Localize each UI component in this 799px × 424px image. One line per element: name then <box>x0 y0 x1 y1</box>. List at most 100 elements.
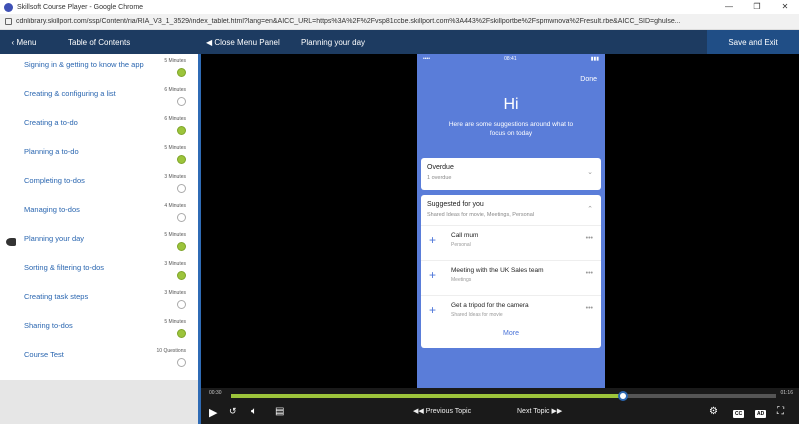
progress-bar[interactable] <box>231 391 776 401</box>
toc-item-duration: 5 Minutes <box>164 319 186 325</box>
current-time: 00:30 <box>209 390 222 396</box>
add-icon[interactable]: + <box>429 303 436 317</box>
chevron-up-icon[interactable]: ⌃ <box>587 205 593 213</box>
completed-status-icon <box>177 242 186 251</box>
toc-item[interactable]: Creating task steps 3 Minutes <box>0 286 198 315</box>
app-favicon-icon <box>4 2 13 12</box>
previous-topic-label: Previous Topic <box>425 408 472 415</box>
more-options-icon[interactable]: ••• <box>586 270 593 277</box>
audio-description-button[interactable]: AD <box>755 406 767 418</box>
chevron-down-icon: ⌄ <box>587 169 593 176</box>
toc-item-label: Completing to-dos <box>24 176 85 185</box>
toc-item-label: Planning a to-do <box>24 147 79 156</box>
phone-screen: •••• 08:41 ▮▮▮ Done Hi Here are some sug… <box>417 54 605 388</box>
incomplete-status-icon <box>177 97 186 106</box>
toc-item[interactable]: Sharing to-dos 5 Minutes <box>0 315 198 344</box>
toc-item-duration: 10 Questions <box>156 348 186 354</box>
overdue-title: Overdue <box>427 164 454 171</box>
cc-badge: CC <box>733 410 745 418</box>
toc-item[interactable]: Creating a to-do 6 Minutes <box>0 112 198 141</box>
video-area[interactable]: •••• 08:41 ▮▮▮ Done Hi Here are some sug… <box>201 54 799 388</box>
completed-status-icon <box>177 126 186 135</box>
toc-item-duration: 5 Minutes <box>164 145 186 151</box>
fullscreen-icon[interactable]: ⛶ <box>777 406 784 417</box>
overdue-card[interactable]: Overdue 1 overdue ⌄ <box>421 158 601 190</box>
url-text[interactable]: cdnlibrary.skillport.com/ssp/Content/ria… <box>16 18 796 25</box>
menu-label: Menu <box>16 37 37 47</box>
toc-item-duration: 3 Minutes <box>164 290 186 296</box>
progress-knob[interactable] <box>618 391 629 401</box>
close-menu-panel-button[interactable]: ◀ Close Menu Panel <box>198 30 293 54</box>
play-icon[interactable]: ▶ <box>209 406 217 419</box>
incomplete-status-icon <box>177 358 186 367</box>
next-topic-label: Next Topic <box>517 408 550 415</box>
menu-button[interactable]: ‹ Menu <box>0 30 48 54</box>
add-icon[interactable]: + <box>429 233 436 247</box>
replay-10-icon[interactable]: ↺ <box>229 406 237 417</box>
rewind-icon: ◀◀ <box>413 408 426 415</box>
more-options-icon[interactable]: ••• <box>586 305 593 312</box>
completed-status-icon <box>177 68 186 77</box>
previous-topic-button[interactable]: ◀◀ Previous Topic <box>413 407 471 415</box>
total-time: 01:16 <box>780 390 793 396</box>
incomplete-status-icon <box>177 213 186 222</box>
overdue-count: 1 overdue <box>427 175 452 181</box>
restore-icon[interactable]: ❐ <box>743 0 771 14</box>
window-title: Skillsoft Course Player - Google Chrome <box>17 3 144 11</box>
toc-item-duration: 6 Minutes <box>164 87 186 93</box>
save-and-exit-button[interactable]: Save and Exit <box>707 30 799 54</box>
toc-item[interactable]: Signing in & getting to know the app 5 Mi… <box>0 54 198 83</box>
next-topic-button[interactable]: Next Topic ▶▶ <box>517 407 562 415</box>
task-name: Meeting with the UK Sales team <box>451 267 544 274</box>
closed-captions-button[interactable]: CC <box>733 406 745 418</box>
minimize-icon[interactable]: — <box>715 0 743 14</box>
volume-icon[interactable]: 🔈︎ <box>251 406 257 417</box>
toc-item-label: Sorting & filtering to-dos <box>24 263 105 272</box>
toc-item[interactable]: Planning a to-do 5 Minutes <box>0 141 198 170</box>
toc-item[interactable]: Completing to-dos 3 Minutes <box>0 170 198 199</box>
phone-time: 08:41 <box>504 56 517 62</box>
address-bar[interactable]: cdnlibrary.skillport.com/ssp/Content/ria… <box>0 14 799 30</box>
greeting-subtitle: Here are some suggestions around what to… <box>448 121 574 137</box>
toc-item-duration: 4 Minutes <box>164 203 186 209</box>
close-icon[interactable]: ✕ <box>771 0 799 14</box>
fast-forward-icon: ▶▶ <box>549 408 563 415</box>
task-list: Meetings <box>451 277 472 283</box>
toc-item-label: Creating a to-do <box>24 118 78 127</box>
toc-item-label: Course Test <box>24 350 64 359</box>
toc-item-duration: 5 Minutes <box>164 232 186 238</box>
task-list: Shared Ideas for movie <box>451 312 503 318</box>
close-panel-label: Close Menu Panel <box>214 37 280 47</box>
sidebar-footer <box>0 380 198 424</box>
phone-status-bar: •••• 08:41 ▮▮▮ <box>417 54 605 64</box>
ad-badge: AD <box>755 410 767 418</box>
completed-status-icon <box>177 271 186 280</box>
task-name: Call mum <box>451 232 479 239</box>
window-controls: — ❐ ✕ <box>715 0 799 14</box>
transcript-icon[interactable]: ▤ <box>275 406 284 417</box>
settings-gear-icon[interactable]: ⚙ <box>709 406 718 417</box>
toc-title: Table of Contents <box>68 37 131 47</box>
battery-icon: ▮▮▮ <box>590 56 599 62</box>
toc-item-duration: 5 Minutes <box>164 58 186 64</box>
add-icon[interactable]: + <box>429 268 436 282</box>
toc-item[interactable]: Managing to-dos 4 Minutes <box>0 199 198 228</box>
suggested-title: Suggested for you <box>427 201 484 208</box>
suggested-task: + Call mum Personal ••• <box>421 225 601 255</box>
player-controls: 00:30 01:16 ▶ ↺ 🔈︎ ▤ ◀◀ Previous Topic N… <box>201 388 799 424</box>
done-button[interactable]: Done <box>580 76 597 83</box>
toc-item[interactable]: Course Test 10 Questions <box>0 344 198 373</box>
toc-item-label: Creating & configuring a list <box>24 89 116 98</box>
toc-item[interactable]: Planning your day 5 Minutes <box>0 228 198 257</box>
more-options-icon[interactable]: ••• <box>586 235 593 242</box>
signal-icon: •••• <box>423 56 431 62</box>
lock-icon <box>5 18 12 25</box>
toc-item-duration: 6 Minutes <box>164 116 186 122</box>
progress-fill <box>231 394 624 398</box>
more-button[interactable]: More <box>421 330 601 337</box>
greeting: Hi <box>503 96 519 113</box>
top-nav: ‹ Menu Table of Contents ◀ Close Menu Pa… <box>0 30 799 54</box>
toc-item[interactable]: Sorting & filtering to-dos 3 Minutes <box>0 257 198 286</box>
completed-status-icon <box>177 329 186 338</box>
toc-item[interactable]: Creating & configuring a list 6 Minutes <box>0 83 198 112</box>
